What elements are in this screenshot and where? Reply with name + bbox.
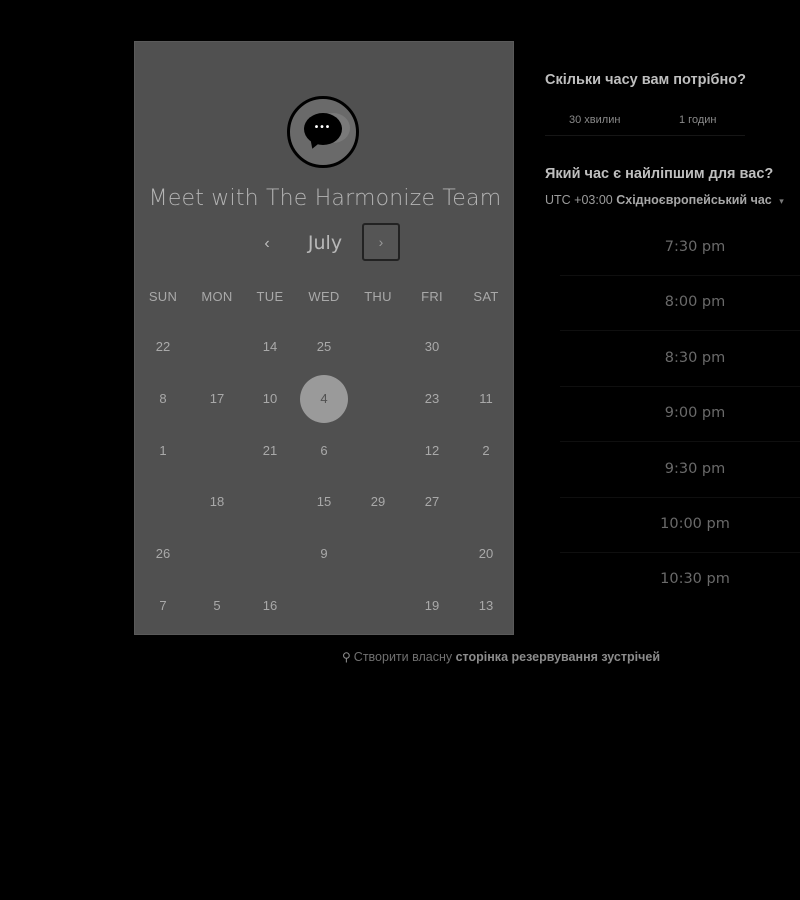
calendar-day[interactable]: 29 bbox=[351, 491, 405, 513]
calendar-day[interactable]: 15 bbox=[297, 491, 351, 513]
divider bbox=[560, 385, 800, 387]
time-slot[interactable]: 10:30 pm bbox=[590, 556, 800, 602]
calendar-day[interactable]: 27 bbox=[405, 491, 459, 513]
divider bbox=[560, 552, 800, 553]
time-slot[interactable]: 9:00 pm bbox=[590, 390, 800, 436]
weekday-header: SUN bbox=[148, 289, 178, 304]
time-slot[interactable]: 9:30 pm bbox=[590, 446, 800, 492]
calendar-day[interactable]: 18 bbox=[190, 491, 244, 513]
selected-date[interactable]: 4 bbox=[300, 375, 348, 423]
calendar-day[interactable]: 25 bbox=[297, 336, 351, 358]
weekday-header: SAT bbox=[473, 289, 499, 304]
prev-month-button[interactable]: ‹ bbox=[253, 230, 281, 258]
weekday-header: MON bbox=[201, 289, 233, 304]
calendar-day[interactable]: 23 bbox=[405, 388, 459, 410]
time-slot[interactable]: 8:30 pm bbox=[590, 335, 800, 381]
booking-page: ••• Meet with The Harmonize Team ‹ July … bbox=[0, 0, 800, 900]
duration-option-30min[interactable]: 30 хвилин bbox=[569, 114, 620, 126]
calendar-day[interactable]: 2 bbox=[459, 440, 513, 462]
calendar-day[interactable]: 9 bbox=[297, 543, 351, 565]
duration-heading: Скільки часу вам потрібно? bbox=[545, 72, 746, 88]
chevron-down-icon: ▾ bbox=[779, 196, 784, 206]
calendar-day[interactable]: 19 bbox=[405, 595, 459, 617]
calendar-day[interactable]: 20 bbox=[459, 543, 513, 565]
divider bbox=[545, 135, 745, 136]
calendar-day[interactable]: 17 bbox=[190, 388, 244, 410]
divider bbox=[560, 275, 800, 276]
time-slot[interactable]: 7:30 pm bbox=[590, 224, 800, 270]
weekday-header: TUE bbox=[256, 289, 284, 304]
weekday-header: FRI bbox=[421, 289, 443, 304]
time-slot[interactable]: 10:00 pm bbox=[590, 501, 800, 547]
calendar-day[interactable]: 11 bbox=[459, 388, 513, 410]
footer-prefix: Створити власну bbox=[353, 650, 453, 664]
next-month-button[interactable]: › bbox=[362, 223, 400, 261]
calendar-day[interactable]: 6 bbox=[297, 440, 351, 462]
time-slot[interactable]: 8:00 pm bbox=[590, 279, 800, 325]
calendar-day[interactable]: 10 bbox=[243, 388, 297, 410]
calendar-day[interactable]: 7 bbox=[136, 595, 190, 617]
time-heading: Який час є найліпшим для вас? bbox=[545, 166, 774, 182]
calendar-day[interactable]: 13 bbox=[459, 595, 513, 617]
timezone-name: Східноєвропейський час bbox=[616, 193, 772, 207]
timezone-offset: UTC +03:00 bbox=[545, 193, 613, 207]
month-label: July bbox=[307, 232, 343, 254]
divider bbox=[560, 330, 800, 332]
divider bbox=[560, 441, 800, 443]
company-logo: ••• bbox=[287, 96, 359, 168]
footer-link[interactable]: ⚲ Створити власну сторінка резервування з… bbox=[342, 650, 660, 664]
calendar-day[interactable]: 30 bbox=[405, 336, 459, 358]
weekday-header: WED bbox=[308, 289, 340, 304]
duration-option-1h[interactable]: 1 годин bbox=[679, 114, 716, 126]
calendar-card: ••• Meet with The Harmonize Team ‹ July … bbox=[134, 41, 514, 635]
calendar-day[interactable]: 12 bbox=[405, 440, 459, 462]
calendar-day[interactable]: 5 bbox=[190, 595, 244, 617]
timezone-select[interactable]: UTC +03:00 Східноєвропейський час ▾ bbox=[545, 193, 784, 207]
divider bbox=[560, 496, 800, 498]
footer-link-text[interactable]: сторінка резервування зустрічей bbox=[456, 650, 660, 664]
calendar-day[interactable]: 8 bbox=[136, 388, 190, 410]
calendar-day[interactable]: 21 bbox=[243, 440, 297, 462]
sprocket-icon: ⚲ bbox=[342, 650, 351, 664]
calendar-day[interactable]: 14 bbox=[243, 336, 297, 358]
calendar-day[interactable]: 16 bbox=[243, 595, 297, 617]
calendar-day[interactable]: 22 bbox=[136, 336, 190, 358]
ellipsis-icon: ••• bbox=[314, 122, 332, 133]
calendar-day[interactable]: 26 bbox=[136, 543, 190, 565]
weekday-header: THU bbox=[364, 289, 392, 304]
calendar-day[interactable]: 1 bbox=[136, 440, 190, 462]
meeting-title: Meet with The Harmonize Team bbox=[148, 186, 502, 211]
